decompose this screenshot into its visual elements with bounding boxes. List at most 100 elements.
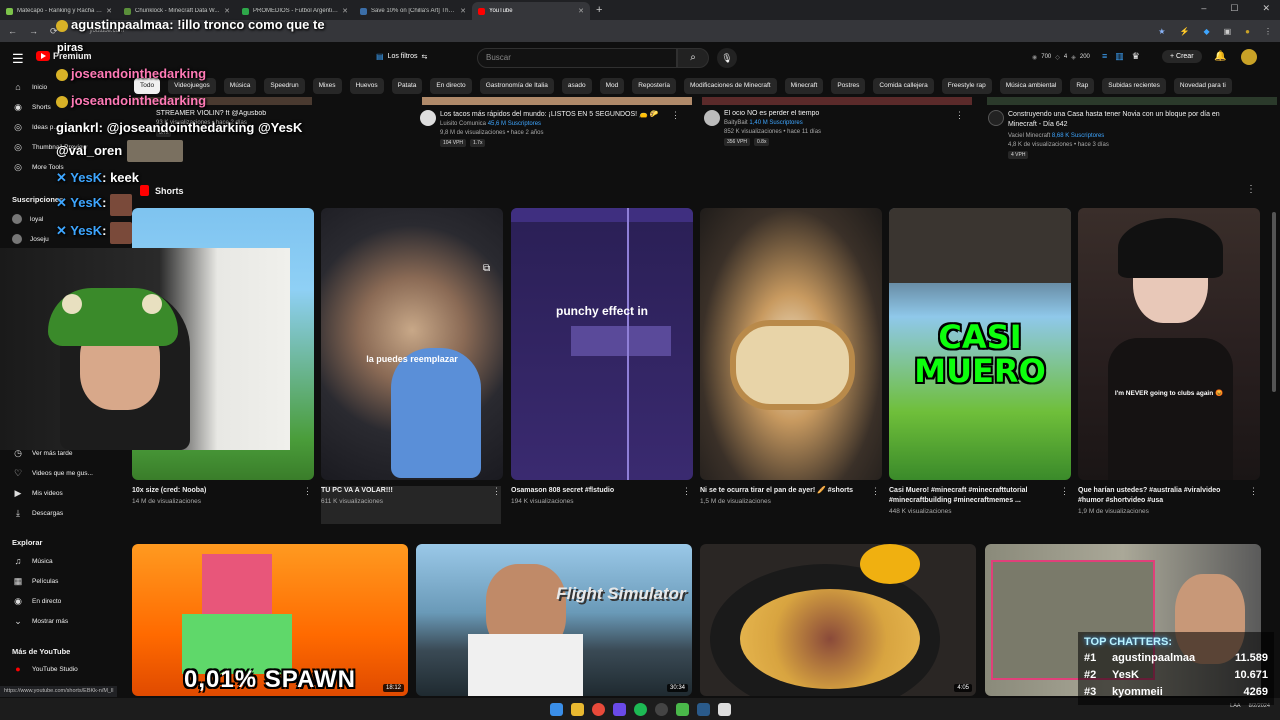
close-icon[interactable]: ✕ [224,7,230,15]
channel-name[interactable]: BaityBait [724,120,748,126]
sidebar-item-music[interactable]: ♫ Música [12,556,122,566]
channel-name[interactable]: Luisito Comunica [440,121,486,127]
sidebar-item-live[interactable]: ◉ En directo [12,596,122,607]
sidebar-item-downloads[interactable]: ⤓ Descargas [12,508,122,519]
chrome-icon[interactable] [591,702,605,716]
notifications-bell-icon[interactable]: 🔔 [1214,51,1226,62]
more-options-icon[interactable]: ⋮ [492,486,501,497]
chip-10[interactable]: Mod [599,78,625,94]
filters-button[interactable]: ▤ Los filtros ⇆ [376,52,427,61]
close-icon[interactable]: ✕ [342,7,348,15]
browser-tab-active[interactable]: YouTube ✕ [472,2,590,20]
more-options-icon[interactable]: ⋮ [1060,486,1069,497]
chip-6[interactable]: Patata [391,78,423,94]
close-icon[interactable]: ✕ [578,7,584,15]
sidebar-item-movies[interactable]: ▦ Películas [12,576,122,587]
channel-avatar[interactable] [704,110,720,126]
windows-start-icon[interactable] [549,702,563,716]
more-options-icon[interactable]: ⋮ [955,110,964,121]
chip-15[interactable]: Comida callejera [873,78,934,94]
chip-11[interactable]: Repostería [632,78,677,94]
discord-icon[interactable] [612,702,626,716]
short-thumbnail[interactable]: la puedes reemplazar ⧉ [321,208,503,480]
video-thumbnail[interactable]: 0,01% SPAWN 18:12 [132,544,408,696]
chip-20[interactable]: Novedad para ti [1173,78,1232,94]
short-title[interactable]: Osamason 808 secret #flstudio [511,486,691,496]
list-icon[interactable]: ≡ [1102,51,1107,62]
short-title[interactable]: Ni se te ocurra tirar el pan de ayer! 🥖 … [700,486,860,496]
video-thumbnail[interactable]: 4:05 [700,544,976,696]
video-title[interactable]: Los tacos más rápidos del mundo: ¡LISTOS… [440,110,670,118]
video-card[interactable]: Los tacos más rápidos del mundo: ¡LISTOS… [420,110,680,147]
short-title[interactable]: TU PC VA A VOLAR!!! [321,486,501,496]
video-title[interactable]: El ocio NO es perder el tiempo [724,110,954,117]
channel-avatar[interactable] [988,110,1004,126]
hamburger-menu-icon[interactable]: ☰ [12,51,24,67]
close-icon[interactable]: ✕ [460,7,466,15]
chip-3[interactable]: Speedrun [264,78,305,94]
more-options-icon[interactable]: ⋮ [682,486,691,497]
profile-icon[interactable]: ● [1245,27,1250,36]
forward-icon[interactable]: → [29,26,38,36]
chip-17[interactable]: Música ambiental [999,78,1063,94]
sidebar-item-show-more[interactable]: ⌄ Mostrar más [12,616,122,627]
chip-4[interactable]: Mixes [312,78,342,94]
chip-16[interactable]: Freestyle rap [941,78,992,94]
chip-9[interactable]: asado [561,78,592,94]
short-thumbnail[interactable]: I'm NEVER going to clubs again 😡 [1078,208,1260,480]
chip-2[interactable]: Música [223,78,257,94]
menu-dots-icon[interactable]: ⋮ [1264,27,1272,36]
sidebar-item-inicio[interactable]: ⌂ Inicio [12,82,122,92]
channel-name[interactable]: Vaciel Minecraft [1008,133,1050,139]
more-options-icon[interactable]: ⋮ [671,110,680,121]
search-button[interactable]: ⌕ [677,48,709,68]
voice-search-button[interactable]: 🎙 [717,48,737,68]
puzzle-icon[interactable]: ▣ [1224,27,1232,36]
notepad-icon[interactable] [717,702,731,716]
video-title[interactable]: Construyendo una Casa hasta tener Novia … [1008,110,1248,130]
chip-18[interactable]: Rap [1070,78,1095,94]
close-icon[interactable]: ✕ [106,7,112,15]
minimize-button[interactable]: – [1201,3,1206,14]
new-tab-button[interactable]: + [596,4,602,16]
obs-icon[interactable] [654,702,668,716]
short-title[interactable]: Que harían ustedes? #australia #viralvid… [1078,486,1243,506]
avatar[interactable] [1241,49,1257,65]
chip-7[interactable]: En directo [430,78,472,94]
maximize-button[interactable]: ☐ [1230,3,1238,14]
back-icon[interactable]: ← [8,26,17,36]
more-options-icon[interactable]: ⋮ [303,486,312,497]
short-thumbnail[interactable] [700,208,882,480]
chip-12[interactable]: Modificaciones de Minecraft [684,78,777,94]
create-button[interactable]: + Crear [1162,50,1202,63]
star-icon[interactable]: ★ [1158,27,1165,36]
sidebar-item-my-videos[interactable]: ▶ Mis videos [12,488,122,499]
steam-icon[interactable] [696,702,710,716]
chip-5[interactable]: Huevos [349,78,384,94]
sidebar-item-youtube-studio[interactable]: ● YouTube Studio [12,664,122,674]
channel-avatar[interactable] [420,110,436,126]
close-window-button[interactable]: ✕ [1262,3,1270,14]
video-title[interactable]: STREAMER VIOLIN? ft @Agusbob [156,110,396,117]
trophy-icon[interactable]: ♛ [1132,51,1140,62]
more-options-icon[interactable]: ⋮ [1249,486,1258,497]
more-options-icon[interactable]: ⋮ [871,486,880,497]
video-card[interactable]: El ocio NO es perder el tiempo BaityBait… [704,110,964,146]
browser-tab[interactable]: Save 10% on [Chilla's Art] The... ✕ [354,2,472,20]
chip-8[interactable]: Gastronomía de Italia [479,78,554,94]
page-scrollbar[interactable] [1272,212,1276,392]
spotify-icon[interactable] [633,702,647,716]
more-options-icon[interactable]: ⋮ [1246,184,1256,195]
chip-13[interactable]: Minecraft [784,78,824,94]
pip-icon[interactable]: ⧉ [483,263,490,274]
video-card[interactable]: Construyendo una Casa hasta tener Novia … [988,110,1248,159]
file-explorer-icon[interactable] [570,702,584,716]
video-thumbnail[interactable]: Flight Simulator 30:34 [416,544,692,696]
search-input[interactable]: Buscar [477,48,677,68]
app-icon[interactable] [675,702,689,716]
chip-19[interactable]: Subidas recientes [1102,78,1166,94]
short-thumbnail[interactable]: CASI MUERO [889,208,1071,480]
short-title[interactable]: 10x size (cred: Nooba) [132,486,312,496]
short-thumbnail[interactable]: punchy effect in [511,208,693,480]
chart-icon[interactable]: ▥ [1115,51,1124,62]
